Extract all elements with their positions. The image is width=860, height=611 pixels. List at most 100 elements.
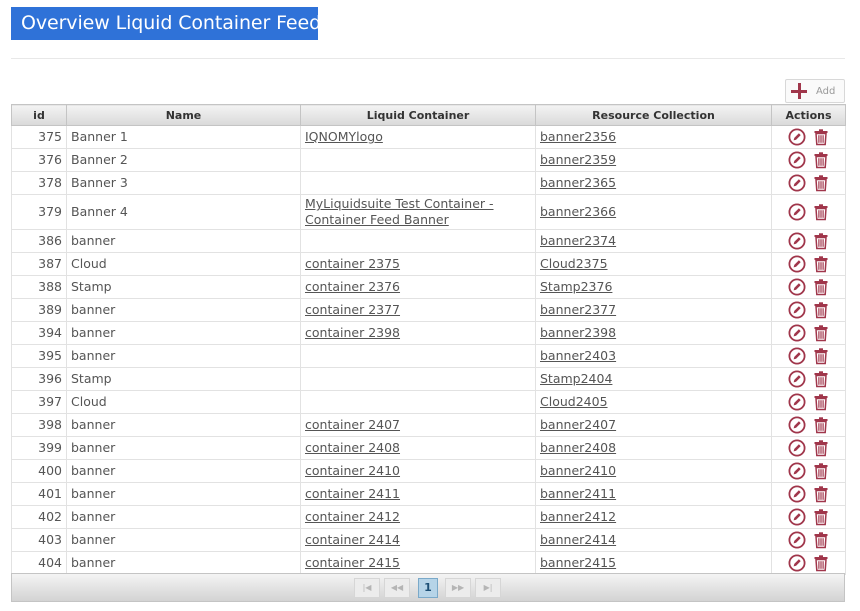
edit-icon[interactable] (788, 324, 806, 342)
resource-collection-link[interactable]: banner2411 (540, 486, 616, 501)
edit-icon[interactable] (788, 151, 806, 169)
trash-icon[interactable] (812, 531, 830, 549)
cell-liquid-container: container 2377 (300, 298, 536, 322)
cell-actions (771, 459, 846, 483)
column-header-resource-collection[interactable]: Resource Collection (535, 104, 772, 126)
column-header-name[interactable]: Name (66, 104, 301, 126)
resource-collection-link[interactable]: banner2356 (540, 129, 616, 144)
cell-actions (771, 367, 846, 391)
resource-collection-link[interactable]: Cloud2405 (540, 394, 608, 409)
cell-name: Cloud (66, 390, 301, 414)
cell-resource-collection: Stamp2404 (535, 367, 772, 391)
cell-actions (771, 298, 846, 322)
trash-icon[interactable] (812, 347, 830, 365)
trash-icon[interactable] (812, 255, 830, 273)
trash-icon[interactable] (812, 370, 830, 388)
trash-icon[interactable] (812, 278, 830, 296)
edit-icon[interactable] (788, 347, 806, 365)
edit-icon[interactable] (788, 462, 806, 480)
resource-collection-link[interactable]: banner2408 (540, 440, 616, 455)
edit-icon[interactable] (788, 531, 806, 549)
edit-icon[interactable] (788, 255, 806, 273)
cell-id: 402 (11, 505, 67, 529)
trash-icon[interactable] (812, 203, 830, 221)
resource-collection-link[interactable]: banner2403 (540, 348, 616, 363)
last-page-icon[interactable]: ▶| (475, 578, 501, 598)
cell-actions (771, 148, 846, 172)
liquid-container-link[interactable]: container 2377 (305, 302, 400, 317)
edit-icon[interactable] (788, 128, 806, 146)
add-button[interactable]: Add (785, 79, 845, 103)
liquid-container-link[interactable]: container 2410 (305, 463, 400, 478)
liquid-container-link[interactable]: container 2412 (305, 509, 400, 524)
pager: |◀ ◀◀ 1 ▶▶ ▶| (11, 573, 845, 602)
edit-icon[interactable] (788, 174, 806, 192)
edit-icon[interactable] (788, 508, 806, 526)
edit-icon[interactable] (788, 301, 806, 319)
cell-name: Banner 1 (66, 125, 301, 149)
liquid-container-link[interactable]: container 2414 (305, 532, 400, 547)
liquid-container-link[interactable]: container 2376 (305, 279, 400, 294)
cell-actions (771, 436, 846, 460)
liquid-container-link[interactable]: MyLiquidsuite Test Container - Container… (305, 196, 494, 227)
trash-icon[interactable] (812, 393, 830, 411)
trash-icon[interactable] (812, 416, 830, 434)
resource-collection-link[interactable]: banner2359 (540, 152, 616, 167)
resource-collection-link[interactable]: banner2415 (540, 555, 616, 570)
cell-name: banner (66, 482, 301, 506)
liquid-container-link[interactable]: container 2407 (305, 417, 400, 432)
edit-icon[interactable] (788, 393, 806, 411)
trash-icon[interactable] (812, 151, 830, 169)
resource-collection-link[interactable]: banner2377 (540, 302, 616, 317)
liquid-container-link[interactable]: container 2415 (305, 555, 400, 570)
column-header-id[interactable]: id (11, 104, 67, 126)
edit-icon[interactable] (788, 554, 806, 572)
resource-collection-link[interactable]: banner2407 (540, 417, 616, 432)
liquid-container-link[interactable]: IQNOMYlogo (305, 129, 383, 144)
edit-icon[interactable] (788, 203, 806, 221)
resource-collection-link[interactable]: banner2414 (540, 532, 616, 547)
cell-name: banner (66, 344, 301, 368)
trash-icon[interactable] (812, 439, 830, 457)
column-header-liquid-container[interactable]: Liquid Container (300, 104, 536, 126)
edit-icon[interactable] (788, 370, 806, 388)
trash-icon[interactable] (812, 485, 830, 503)
resource-collection-link[interactable]: banner2398 (540, 325, 616, 340)
previous-page-icon[interactable]: ◀◀ (384, 578, 410, 598)
edit-icon[interactable] (788, 439, 806, 457)
trash-icon[interactable] (812, 324, 830, 342)
resource-collection-link[interactable]: Stamp2376 (540, 279, 612, 294)
resource-collection-link[interactable]: Cloud2375 (540, 256, 608, 271)
liquid-container-link[interactable]: container 2398 (305, 325, 400, 340)
trash-icon[interactable] (812, 301, 830, 319)
cell-actions (771, 344, 846, 368)
current-page-number[interactable]: 1 (418, 578, 438, 598)
next-page-icon[interactable]: ▶▶ (445, 578, 471, 598)
resource-collection-link[interactable]: banner2374 (540, 233, 616, 248)
plus-icon (791, 83, 807, 99)
edit-icon[interactable] (788, 485, 806, 503)
trash-icon[interactable] (812, 232, 830, 250)
cell-liquid-container: container 2407 (300, 413, 536, 437)
trash-icon[interactable] (812, 554, 830, 572)
first-page-icon[interactable]: |◀ (354, 578, 380, 598)
liquid-container-link[interactable]: container 2408 (305, 440, 400, 455)
edit-icon[interactable] (788, 416, 806, 434)
cell-resource-collection: banner2356 (535, 125, 772, 149)
resource-collection-link[interactable]: Stamp2404 (540, 371, 612, 386)
liquid-container-link[interactable]: container 2411 (305, 486, 400, 501)
edit-icon[interactable] (788, 232, 806, 250)
trash-icon[interactable] (812, 128, 830, 146)
trash-icon[interactable] (812, 174, 830, 192)
resource-collection-link[interactable]: banner2412 (540, 509, 616, 524)
cell-name: banner (66, 413, 301, 437)
table-row: 404 banner container 2415 banner2415 (11, 551, 846, 575)
trash-icon[interactable] (812, 508, 830, 526)
resource-collection-link[interactable]: banner2410 (540, 463, 616, 478)
trash-icon[interactable] (812, 462, 830, 480)
resource-collection-link[interactable]: banner2366 (540, 204, 616, 219)
table-row: 376 Banner 2 banner2359 (11, 148, 846, 172)
edit-icon[interactable] (788, 278, 806, 296)
resource-collection-link[interactable]: banner2365 (540, 175, 616, 190)
liquid-container-link[interactable]: container 2375 (305, 256, 400, 271)
